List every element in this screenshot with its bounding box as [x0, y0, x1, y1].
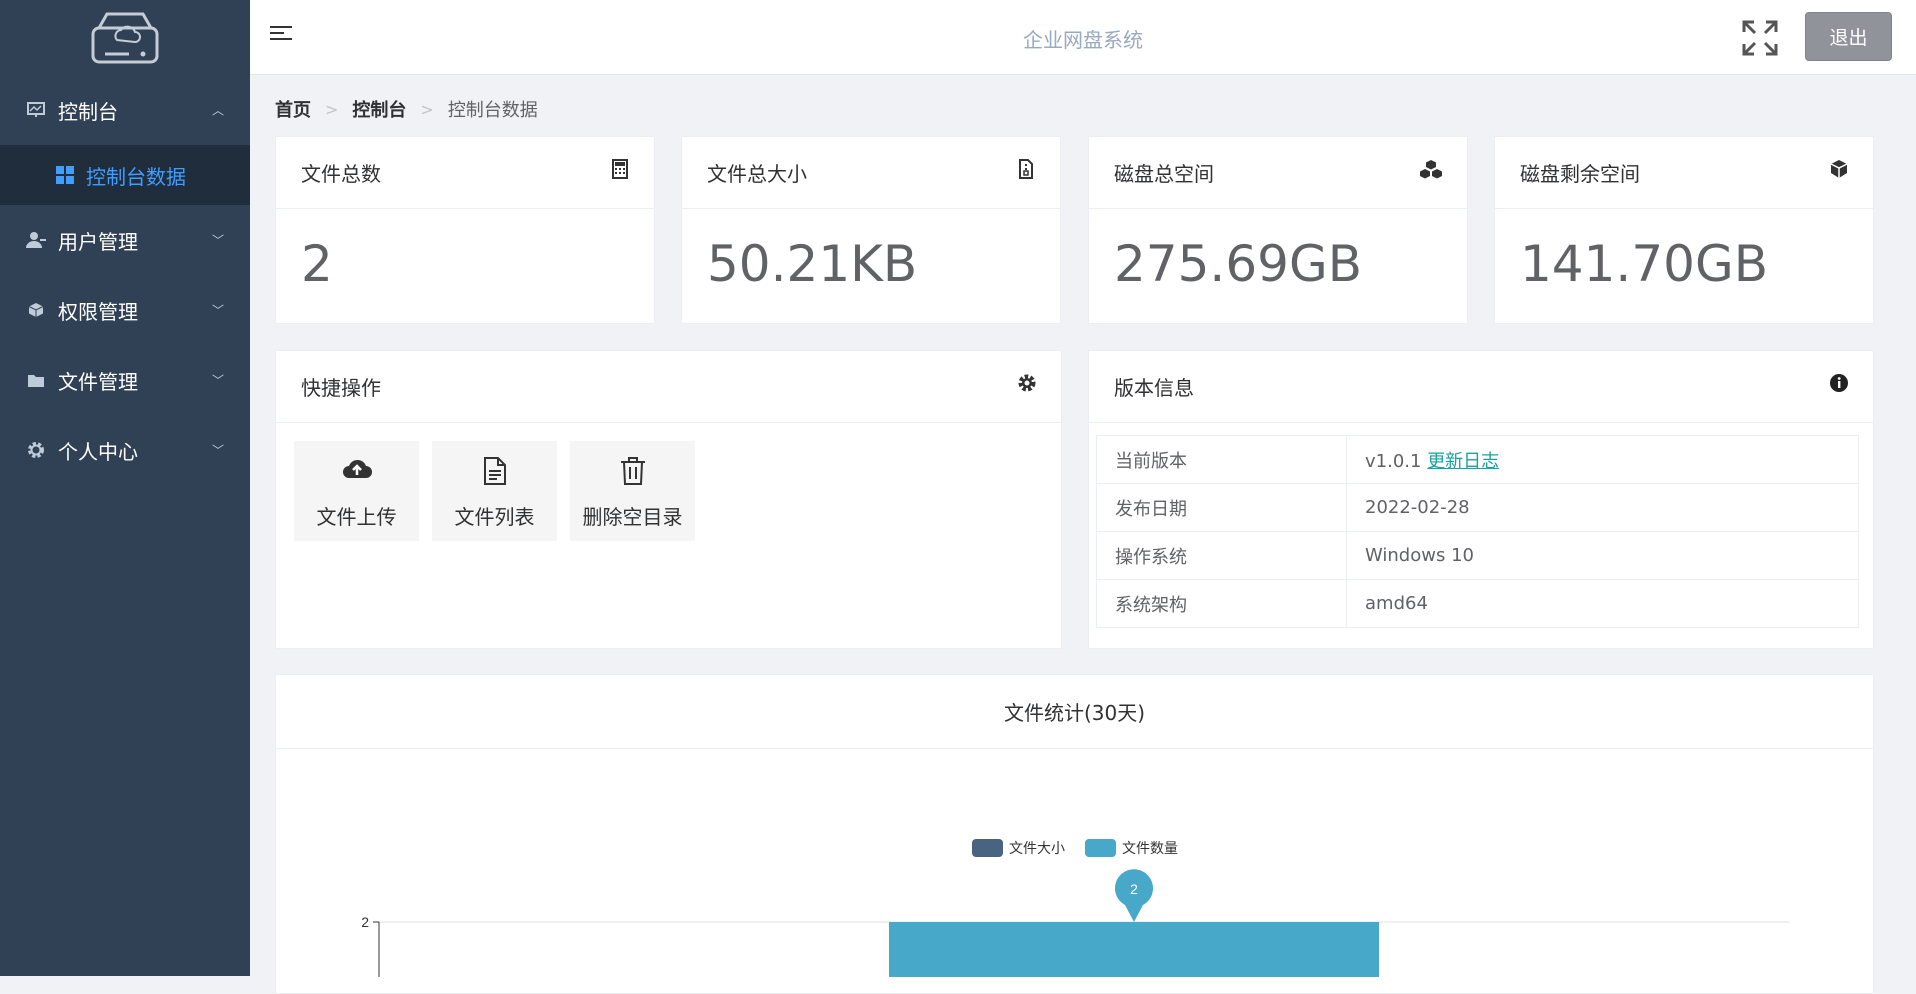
stat-card-disk-total: 磁盘总空间 275.69GB [1088, 136, 1468, 324]
sidebar-item-label: 控制台 [58, 99, 118, 124]
stat-label: 磁盘总空间 [1114, 162, 1214, 186]
chevron-up-icon: ︿ [211, 103, 224, 118]
y-tick-label: 2 [361, 914, 369, 930]
gear-icon[interactable] [1017, 373, 1037, 393]
stat-card-file-count: 文件总数 2 [275, 136, 655, 324]
breadcrumb-separator-icon: > [325, 99, 339, 119]
fullscreen-icon[interactable] [1740, 18, 1780, 58]
version-key: 发布日期 [1096, 483, 1347, 532]
breadcrumb-current: 控制台数据 [447, 100, 538, 121]
breadcrumb: 首页 > 控制台 > 控制台数据 [275, 96, 538, 122]
quick-action-label: 文件列表 [454, 505, 535, 529]
grid-icon [56, 166, 74, 184]
legend-label: 文件大小 [1009, 840, 1065, 856]
document-icon [432, 456, 557, 486]
sidebar-subitem-console-data[interactable]: 控制台数据 [0, 145, 250, 205]
cube-icon [1830, 160, 1848, 178]
chevron-down-icon: ﹀ [211, 373, 224, 388]
user-icon [26, 230, 46, 250]
logout-button[interactable]: 退出 [1805, 12, 1892, 61]
quick-upload-button[interactable]: 文件上传 [294, 441, 419, 541]
stat-value: 2 [301, 235, 333, 293]
breadcrumb-console[interactable]: 控制台 [352, 96, 406, 122]
max-marker-label: 2 [1130, 881, 1138, 897]
sidebar-item-label: 权限管理 [58, 299, 138, 324]
sidebar-item-label: 文件管理 [58, 369, 138, 394]
stat-label: 磁盘剩余空间 [1520, 162, 1640, 186]
sidebar-item-console[interactable]: 控制台 ︿ [0, 75, 250, 145]
sidebar-item-profile[interactable]: 个人中心 ﹀ [0, 415, 250, 485]
table-row: 发布日期 2022-02-28 [1096, 483, 1859, 532]
cloud-drive-icon [91, 12, 159, 63]
current-version: v1.0.1 [1365, 450, 1422, 472]
sidebar-subitem-label: 控制台数据 [86, 164, 186, 189]
sidebar-item-permissions[interactable]: 权限管理 ﹀ [0, 275, 250, 345]
table-row: 系统架构 amd64 [1096, 579, 1859, 628]
stat-value: 141.70GB [1520, 235, 1768, 293]
bar [889, 922, 1379, 977]
quick-actions-title: 快捷操作 [301, 376, 381, 400]
top-header: 企业网盘系统 退出 [250, 0, 1916, 75]
sidebar-item-label: 用户管理 [58, 229, 138, 254]
quick-file-list-button[interactable]: 文件列表 [432, 441, 557, 541]
cubes-icon [1420, 160, 1442, 179]
version-value: v1.0.1 更新日志 [1346, 435, 1859, 484]
stat-value: 275.69GB [1114, 235, 1362, 293]
stat-label: 文件总数 [301, 162, 381, 186]
sidebar-item-users[interactable]: 用户管理 ﹀ [0, 205, 250, 275]
changelog-link[interactable]: 更新日志 [1427, 451, 1499, 472]
version-key: 当前版本 [1096, 435, 1347, 484]
quick-action-label: 文件上传 [316, 505, 397, 529]
version-key: 操作系统 [1096, 531, 1347, 580]
quick-action-label: 删除空目录 [582, 505, 683, 529]
chevron-down-icon: ﹀ [211, 303, 224, 318]
file-zip-icon [1019, 159, 1033, 179]
system-title: 企业网盘系统 [1023, 28, 1143, 52]
stat-card-file-size: 文件总大小 50.21KB [681, 136, 1061, 324]
cloud-upload-icon [294, 456, 419, 486]
legend-label: 文件数量 [1122, 840, 1178, 856]
sidebar: 控制台 ︿ 控制台数据 用户管理 ﹀ 权限管理 ﹀ 文件管理 ﹀ 个人中心 ﹀ [0, 0, 250, 976]
stat-value: 50.21KB [707, 235, 918, 293]
logo [0, 0, 250, 75]
chevron-down-icon: ﹀ [211, 233, 224, 248]
legend-swatch [1085, 839, 1116, 857]
version-table: 当前版本 v1.0.1 更新日志 发布日期 2022-02-28 操作系统 Wi… [1096, 435, 1859, 628]
table-row: 当前版本 v1.0.1 更新日志 [1096, 435, 1859, 484]
calculator-icon [612, 159, 628, 179]
breadcrumb-separator-icon: > [420, 99, 434, 119]
version-value: 2022-02-28 [1346, 483, 1859, 532]
stat-label: 文件总大小 [707, 162, 807, 186]
version-value: Windows 10 [1346, 531, 1859, 580]
info-icon [1830, 374, 1848, 392]
table-row: 操作系统 Windows 10 [1096, 531, 1859, 580]
chart-title: 文件统计(30天) [276, 675, 1873, 749]
quick-delete-empty-dir-button[interactable]: 删除空目录 [570, 441, 695, 541]
sidebar-item-files[interactable]: 文件管理 ﹀ [0, 345, 250, 415]
chevron-down-icon: ﹀ [211, 443, 224, 458]
cube-icon [26, 300, 46, 320]
version-info-title: 版本信息 [1114, 376, 1194, 400]
stat-card-disk-free: 磁盘剩余空间 141.70GB [1494, 136, 1874, 324]
monitor-icon [26, 100, 46, 120]
file-stats-chart-card: 文件统计(30天) 文件大小文件数量21.52 [275, 674, 1874, 994]
folder-icon [26, 370, 46, 390]
version-value: amd64 [1346, 579, 1859, 628]
gear-icon [26, 440, 46, 460]
sidebar-item-label: 个人中心 [58, 439, 138, 464]
file-stats-chart: 文件大小文件数量21.52 [361, 839, 1789, 977]
version-key: 系统架构 [1096, 579, 1347, 628]
legend-swatch [972, 839, 1003, 857]
trash-icon [570, 456, 695, 486]
breadcrumb-home[interactable]: 首页 [275, 96, 311, 122]
